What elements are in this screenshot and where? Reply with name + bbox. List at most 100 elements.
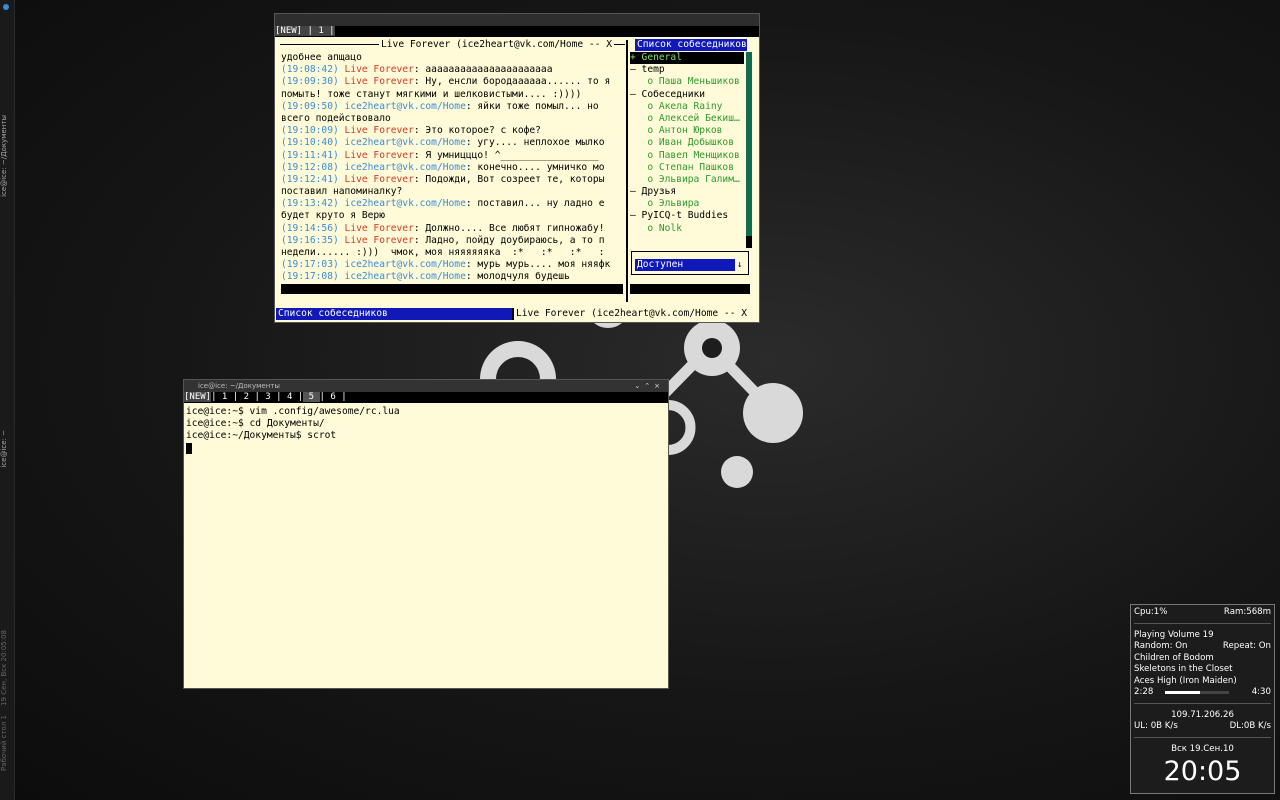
chat-tabbar[interactable]: [NEW] | 1 | (275, 26, 759, 37)
chat-message: удобнее апщацо (281, 52, 623, 64)
chat-log[interactable]: удобнее апщацо (19:08:42) Live Forever: а… (281, 52, 623, 296)
contact-item[interactable]: o Иван Добышков (630, 137, 744, 149)
task-terminal-home[interactable]: ice@ice: ~ (0, 430, 14, 468)
chat-message: будет круто я Верю (281, 210, 623, 222)
message-timestamp: (19:09:50) (281, 100, 339, 112)
message-text: : Я умницццо! ^_________________ (413, 149, 599, 161)
window-buttons[interactable]: ⌄⌃× (634, 380, 664, 392)
message-nick: Live Forever (344, 125, 414, 137)
mpd-artist: Children of Bodom (1134, 653, 1214, 663)
terminal-title: ice@ice: ~/Документы (198, 382, 280, 390)
message-text: поставил напоминалку? (281, 186, 403, 198)
contact-item[interactable]: o Алексей Бекиш… (630, 113, 744, 125)
desktop-label[interactable]: Рабочий стол 1 (0, 715, 14, 771)
message-text: будет круто я Верю (281, 210, 385, 222)
tab-separator: | (341, 392, 347, 402)
mpd-track: Aces High (Iron Maiden) (1134, 676, 1237, 686)
terminal-tab[interactable]: 2 (238, 392, 254, 402)
chat-input[interactable] (281, 284, 623, 294)
contact-item[interactable]: o Акела Rainy (630, 101, 744, 113)
tab-conversation[interactable]: Live Forever (ice2heart@vk.com/Home -- X (516, 308, 747, 320)
task-terminal-docs[interactable]: ice@ice: ~/Документы (0, 115, 14, 197)
message-text: : мурь мурь.... моя няяфк (465, 259, 611, 271)
message-nick: ice2heart@vk.com/Home (344, 161, 466, 173)
contact-group[interactable]: – PyICQ-t Buddies (630, 210, 744, 222)
chat-message: всего подействовало (281, 113, 623, 125)
message-text: всего подействовало (281, 112, 391, 124)
message-timestamp: (19:16:35) (281, 234, 339, 246)
terminal-tabbar[interactable]: [NEW]| 1 | 2 | 3 | 4 | 5 | 6 | (184, 392, 668, 403)
terminal-tab[interactable]: 5 (303, 392, 320, 402)
message-text: недели...... :))) чмок, моя няяяяяяка :*… (281, 247, 605, 258)
message-text: : аааааааааааааааааааааа (413, 64, 553, 76)
status-dropdown-arrow-icon[interactable]: ↓ (737, 259, 742, 271)
side-panel: ice@ice: ~/Документы ice@ice: ~ 19 Сен, … (0, 0, 15, 800)
terminal-cursor (186, 442, 192, 454)
terminal-window[interactable]: ice@ice: ~/Документы ⌄⌃× [NEW]| 1 | 2 | … (183, 379, 669, 689)
message-text: : Ну, енсли бородаааааа...... то я (413, 76, 611, 88)
status-select[interactable]: Доступен (635, 259, 735, 271)
panel-date: 19 Сен, Вск 20:05:08 (0, 630, 8, 706)
conversation-title[interactable]: Live Forever (ice2heart@vk.com/Home -- X (379, 39, 615, 50)
contacts-scrollbar-end[interactable] (746, 236, 752, 248)
contact-item[interactable]: o Павел Менщиков (630, 150, 744, 162)
terminal-line: ice@ice:~/Документы$ scrot (186, 430, 337, 442)
message-text: : яйки тоже помыл... но (465, 100, 599, 112)
chat-titlebar[interactable] (275, 14, 759, 26)
terminal-tab[interactable]: 4 (282, 392, 298, 402)
message-text: : Подожди, Вот созреет те, которы (413, 173, 605, 185)
contact-item[interactable]: o Nolk (630, 223, 744, 235)
contacts-scrollbar[interactable] (746, 52, 752, 248)
contact-group[interactable]: – Друзья (630, 186, 744, 198)
contact-item[interactable]: o Антон Юрков (630, 125, 744, 137)
terminal-tab[interactable]: 3 (260, 392, 276, 402)
terminal-titlebar[interactable]: ice@ice: ~/Документы ⌄⌃× (184, 380, 668, 392)
chat-message: (19:12:41) Live Forever: Подожди, Вот со… (281, 174, 623, 186)
download-speed: DL:0B K/s (1229, 721, 1271, 731)
mpd-status: Playing Volume 19 (1134, 630, 1214, 640)
contacts-header: Список собеседников (635, 39, 747, 51)
ram-usage: Ram:568m (1223, 607, 1271, 617)
message-nick: ice2heart@vk.com/Home (344, 137, 466, 149)
contact-item[interactable]: o Паша Меньшиков (630, 76, 744, 88)
chat-message: (19:17:03) ice2heart@vk.com/Home: мурь м… (281, 259, 623, 271)
chat-tabs[interactable]: [NEW] | 1 | (275, 26, 335, 36)
chat-message: (19:10:40) ice2heart@vk.com/Home: угу...… (281, 137, 623, 149)
contact-group[interactable]: – temp (630, 64, 744, 76)
terminal-tab[interactable]: [NEW] (184, 392, 212, 402)
contact-item[interactable]: o Степан Пашков (630, 162, 744, 174)
message-text: : Ладно, пойду доубираюсь, а то п (413, 234, 605, 246)
chat-window[interactable]: [NEW] | 1 | Live Forever (ice2heart@vk.c… (274, 13, 760, 323)
contact-item[interactable]: o Эльвира (630, 198, 744, 210)
terminal-output[interactable]: ice@ice:~$ vim .config/awesome/rc.lua ice… (186, 406, 400, 455)
chat-message: (19:08:42) Live Forever: ааааааааааааааа… (281, 64, 623, 76)
chat-message: (19:11:41) Live Forever: Я умницццо! ^__… (281, 150, 623, 162)
contacts-input[interactable] (630, 284, 750, 294)
contact-group[interactable]: – Собеседники (630, 89, 744, 101)
message-nick: ice2heart@vk.com/Home (344, 259, 466, 271)
message-nick: Live Forever (344, 149, 414, 161)
message-nick: Live Forever (344, 234, 414, 246)
message-nick: Live Forever (344, 76, 414, 88)
system-widget: Cpu:1% Ram:568m Playing Volume 19 Random… (1130, 604, 1275, 794)
terminal-line: ice@ice:~$ cd Документы/ (186, 418, 325, 430)
contact-item[interactable]: o Эльвира Галим… (630, 174, 744, 186)
message-nick: ice2heart@vk.com/Home (344, 198, 466, 210)
mpd-progress (1165, 691, 1229, 694)
tab-contacts-list[interactable]: Список собеседников (276, 308, 512, 320)
message-timestamp: (19:09:30) (281, 76, 339, 88)
terminal-tab[interactable]: 6 (325, 392, 341, 402)
mpd-repeat: Repeat: On (1222, 641, 1271, 651)
terminal-tab[interactable]: 1 (217, 392, 233, 402)
mpd-elapsed: 2:28 (1134, 687, 1154, 697)
launcher-icon[interactable] (3, 4, 9, 10)
contacts-list[interactable]: + General – temp o Паша Меньшиков – Собесе… (630, 52, 744, 235)
upload-speed: UL: 0B K/s (1134, 721, 1178, 731)
message-timestamp: (19:13:42) (281, 198, 339, 210)
chat-message: (19:13:42) ice2heart@vk.com/Home: постав… (281, 198, 623, 210)
message-timestamp: (19:08:42) (281, 64, 339, 76)
maximize-icon: ⌃ (644, 382, 655, 390)
chat-message: (19:14:56) Live Forever: Должно.... Все … (281, 223, 623, 235)
message-text: : поставил... ну ладно е (465, 198, 605, 210)
contact-group[interactable]: + General (630, 52, 744, 65)
